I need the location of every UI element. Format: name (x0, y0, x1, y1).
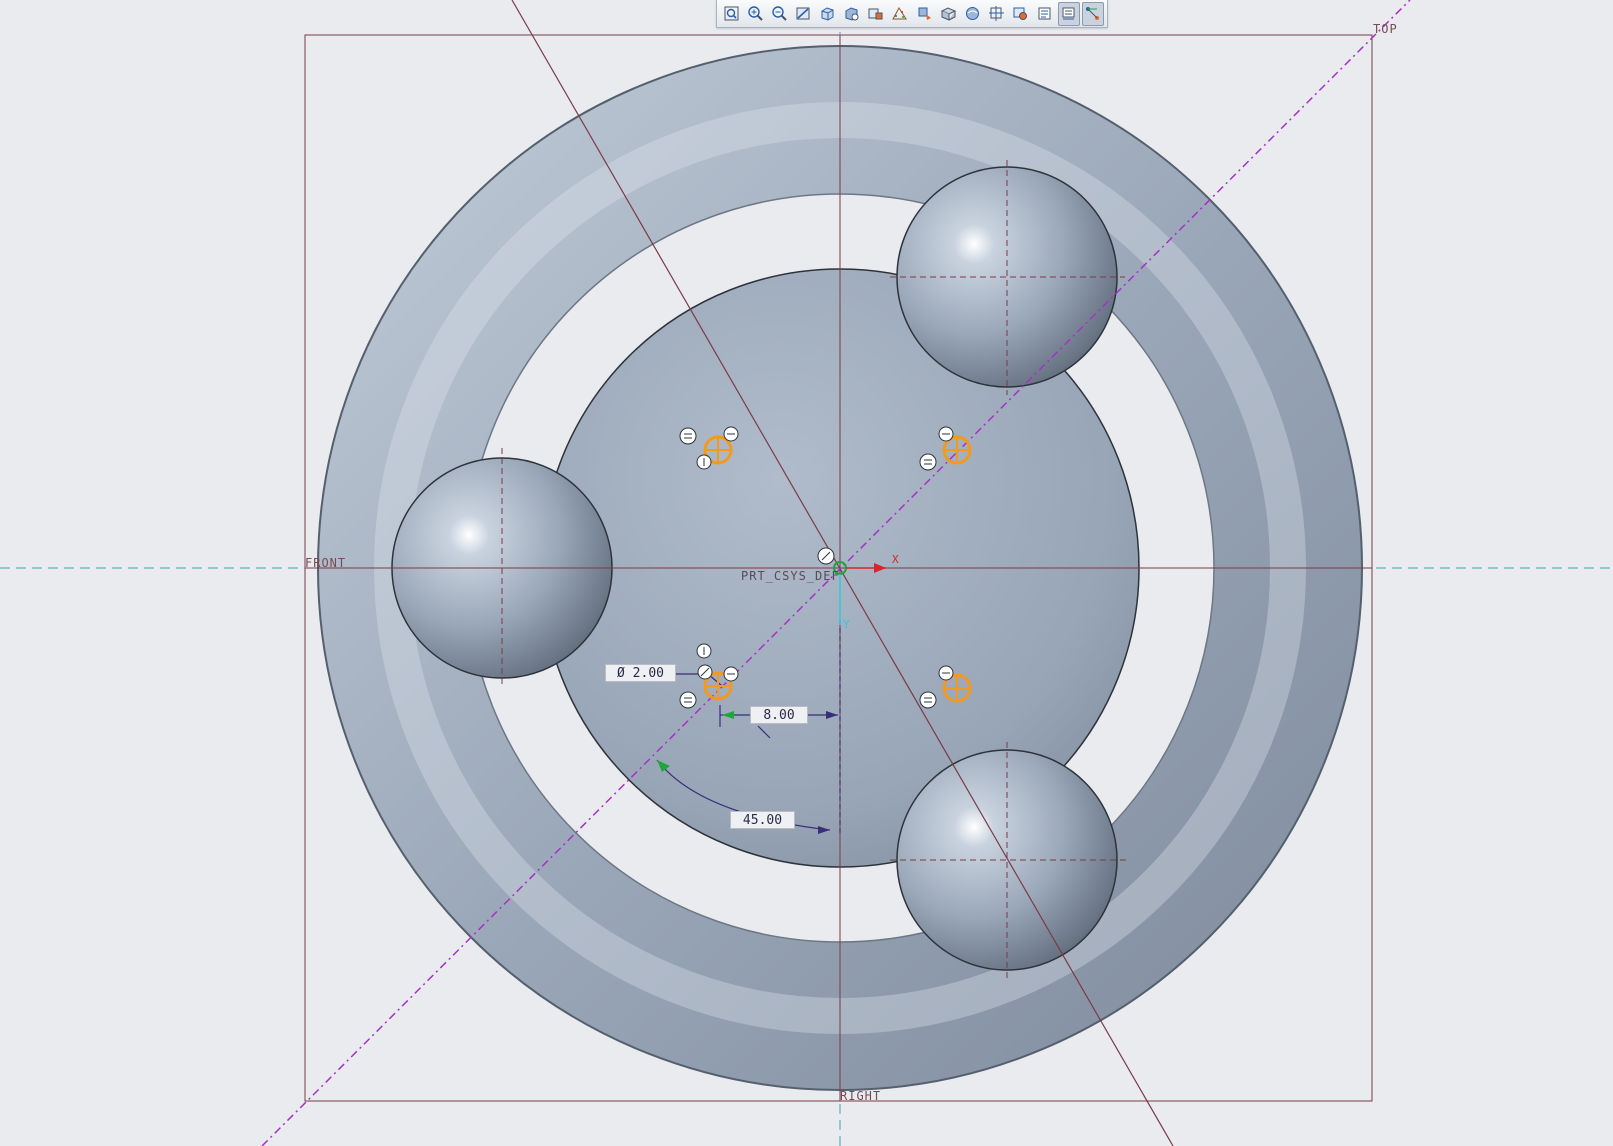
symmetric-constraint-icon[interactable] (938, 426, 954, 442)
csys-x-axis-label: X (892, 553, 899, 566)
repaint-button[interactable] (792, 2, 814, 26)
zoom-out-button[interactable] (768, 2, 790, 26)
zoom-in-button[interactable] (744, 2, 766, 26)
datum-plane-front-label[interactable]: FRONT (305, 556, 346, 570)
equal-constraint-icon[interactable] (679, 691, 697, 709)
equal-constraint-icon[interactable] (919, 691, 937, 709)
sketch-view-icon (988, 6, 1004, 21)
sketcher-filter-button[interactable] (1034, 2, 1056, 26)
angle-dimension[interactable]: 45.00 (730, 811, 795, 829)
annotation-display-button[interactable] (937, 2, 959, 26)
tangent-constraint-icon[interactable] (697, 664, 713, 680)
perspective-button[interactable] (889, 2, 911, 26)
view-manager-icon (868, 8, 883, 20)
radius-dimension[interactable]: 8.00 (750, 706, 808, 724)
csys-name-label[interactable]: PRT_CSYS_DEF (741, 569, 840, 583)
view-manager-button[interactable] (865, 2, 887, 26)
zoom-out-icon (772, 6, 787, 21)
refit-icon (724, 6, 739, 21)
symmetric-constraint-icon[interactable] (938, 665, 954, 681)
spin-center-button[interactable] (961, 2, 983, 26)
diameter-dimension[interactable]: Ø 2.00 (605, 664, 676, 682)
sketch-view-button[interactable] (985, 2, 1007, 26)
zoom-in-icon (747, 6, 763, 21)
csys-y-axis-label: Y (843, 618, 850, 631)
tangent-constraint-icon[interactable] (817, 547, 835, 565)
constraint-display-button[interactable] (1081, 1, 1104, 26)
perspective-icon (892, 7, 908, 20)
dimension-display-button[interactable] (1057, 1, 1080, 26)
saved-orientations-icon (845, 7, 859, 21)
repaint-icon (796, 7, 810, 20)
view-toolbar (716, 0, 1108, 28)
symmetric-constraint-icon[interactable] (723, 426, 739, 442)
refit-button[interactable] (720, 2, 742, 26)
sketcher-display-icon (1013, 7, 1028, 20)
symmetric-constraint-icon[interactable] (723, 666, 739, 682)
annotation-display-icon (940, 7, 956, 21)
display-style-button[interactable] (817, 2, 839, 26)
spin-center-icon (965, 7, 979, 20)
sketcher-filter-icon (1038, 7, 1051, 20)
equal-constraint-icon[interactable] (679, 427, 697, 445)
vertical-constraint-icon[interactable] (696, 643, 712, 659)
saved-orientations-button[interactable] (841, 2, 863, 26)
datum-plane-right-label[interactable]: RIGHT (840, 1089, 881, 1103)
sketcher-display-button[interactable] (1010, 2, 1032, 26)
datum-display-icon (918, 7, 931, 20)
datum-plane-top-label[interactable]: TOP (1373, 22, 1398, 36)
vertical-constraint-icon[interactable] (696, 454, 712, 470)
equal-constraint-icon[interactable] (919, 453, 937, 471)
display-style-icon (821, 7, 834, 21)
dimension-display-icon (1062, 7, 1075, 20)
constraint-display-icon (1086, 7, 1100, 20)
datum-display-button[interactable] (913, 2, 935, 26)
